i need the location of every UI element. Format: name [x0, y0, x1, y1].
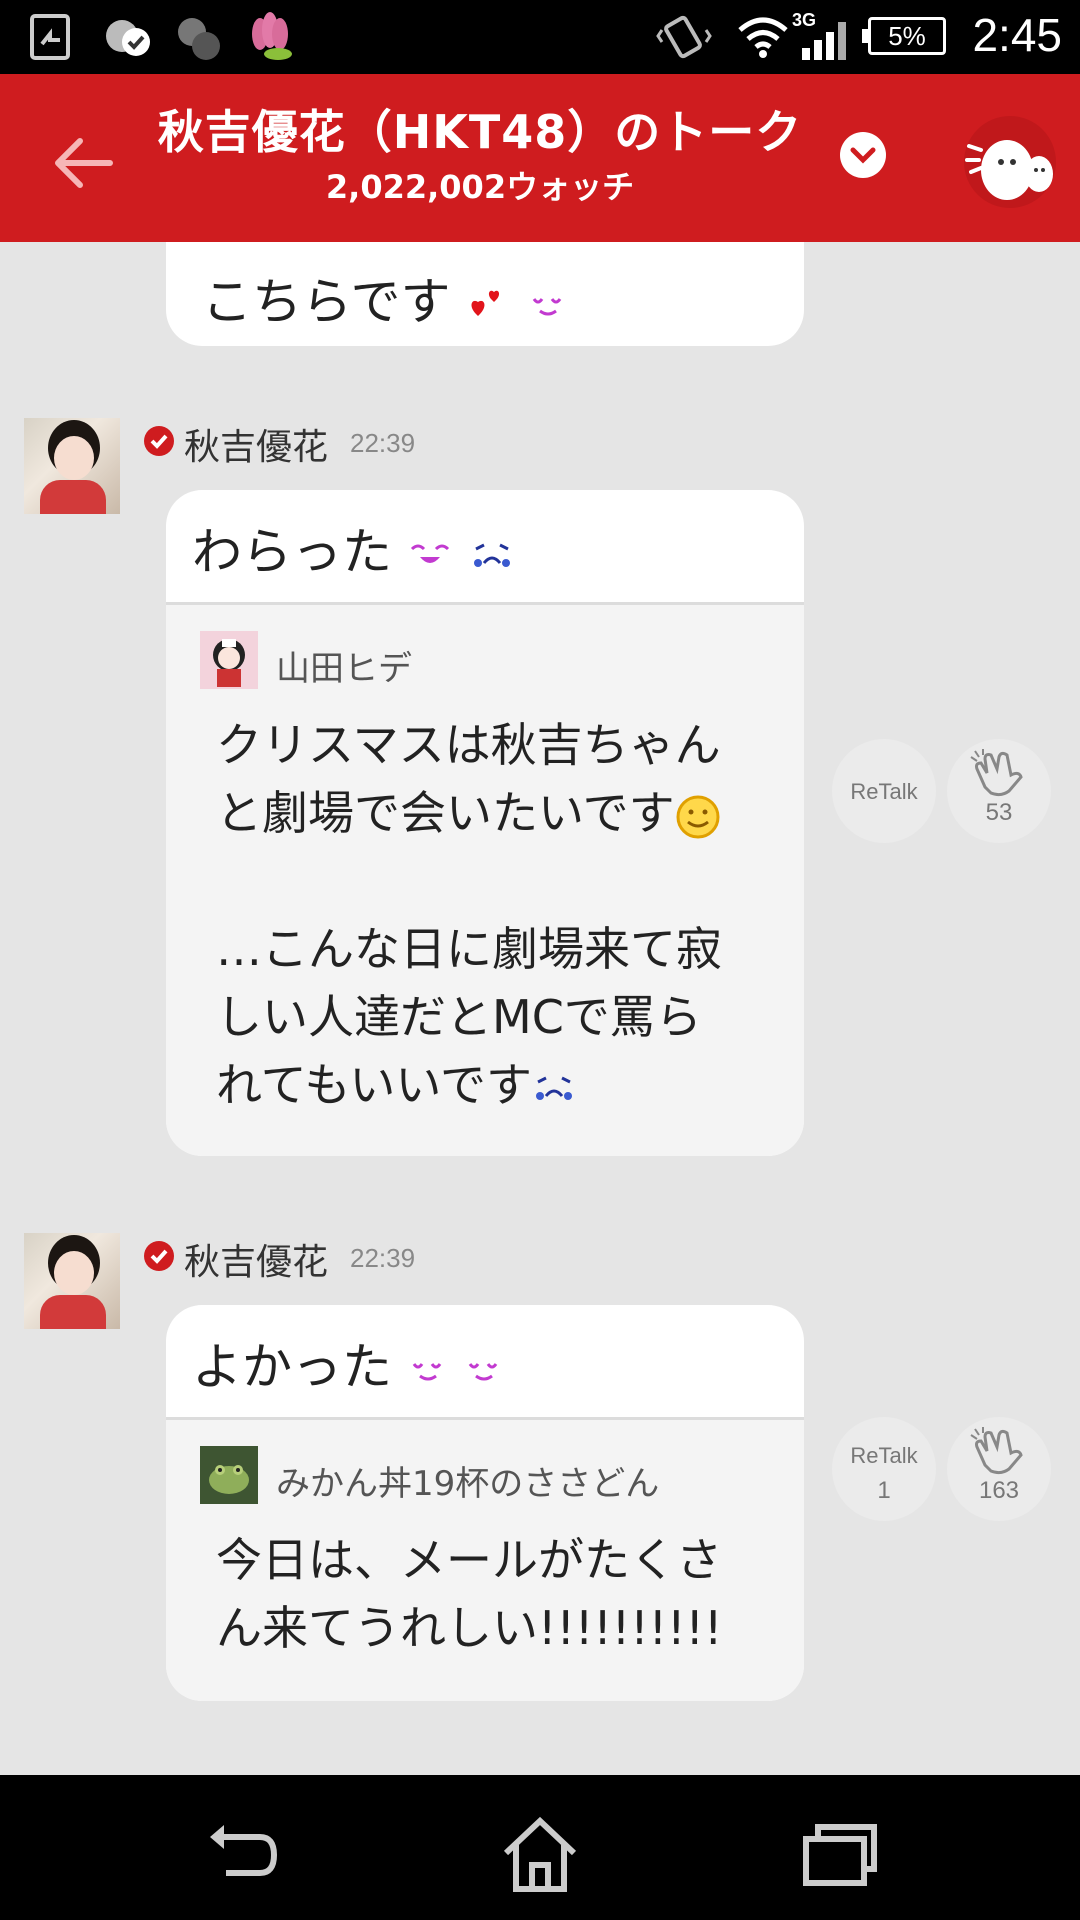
message-time: 22:39 — [350, 428, 416, 458]
quote-body: クリスマスは秋吉ちゃん と劇場で会いたいです …こんな日に劇場来て寂 しい人達だ… — [216, 711, 784, 1119]
retalk-button[interactable]: ReTalk 1 — [832, 1417, 936, 1521]
quote-line: しい人達だとMCで罵ら — [216, 990, 702, 1044]
laughing-emoji-icon — [410, 544, 449, 563]
message-bubble: よかった みかん丼19杯のささどん 今日は、メールがたくさ ん来てうれしい!!!… — [166, 1305, 804, 1701]
quote-line: れてもいいです — [216, 1051, 784, 1119]
quoted-message[interactable]: 山田ヒデ クリスマスは秋吉ちゃん と劇場で会いたいです …こんな日に劇場来て寂 … — [166, 602, 804, 1156]
status-bar: 3G 5% 2:45 — [0, 0, 1080, 74]
mascot-watch-icon[interactable] — [955, 112, 1065, 212]
app-header: 秋吉優花（HKT48）のトーク 2,022,002ウォッチ — [0, 74, 1080, 242]
vibrate-icon — [656, 15, 712, 59]
quote-author: 山田ヒデ — [276, 649, 412, 689]
sender-row: 秋吉優花 22:39 — [144, 1231, 544, 1283]
quote-line: ん来てうれしい!!!!!!!!!! — [216, 1601, 723, 1655]
smile-emoji-icon — [533, 297, 562, 315]
circles-app-icon — [178, 18, 220, 60]
crying-emoji-icon — [473, 543, 510, 567]
navigation-bar — [0, 1775, 1080, 1920]
quote-body: 今日は、メールがたくさ ん来てうれしい!!!!!!!!!! — [216, 1526, 784, 1662]
smile-emoji-icon — [468, 1362, 498, 1380]
message-time: 22:39 — [350, 1243, 416, 1273]
message-text: よかった — [192, 1338, 392, 1396]
quote-author: みかん丼19杯のささどん — [276, 1464, 660, 1504]
quote-line: 今日は、メールがたくさ — [216, 1533, 722, 1587]
retalk-count: 1 — [877, 1477, 891, 1504]
quote-line: と劇場で会いたいです — [216, 779, 784, 847]
battery-icon: 5% — [862, 17, 946, 55]
page-title: 秋吉優花（HKT48）のトーク — [157, 105, 803, 159]
lotus-app-icon — [252, 12, 292, 60]
quote-line: クリスマスは秋吉ちゃん — [216, 718, 721, 772]
battery-level: 5% — [888, 21, 926, 51]
smiley-emoji-icon — [676, 795, 720, 838]
chevron-down-icon — [850, 147, 876, 164]
watch-count: 2,022,002ウォッチ — [325, 168, 635, 206]
cloud-check-icon — [106, 20, 150, 56]
smile-emoji-icon — [412, 1362, 442, 1380]
clap-icon — [970, 1427, 1023, 1475]
screen-share-icon — [30, 14, 70, 60]
clap-count: 163 — [978, 1477, 1020, 1504]
quote-line: …こんな日に劇場来て寂 — [216, 922, 722, 976]
signal-icon — [802, 22, 846, 60]
message-text: こちらです — [202, 273, 451, 331]
clap-button[interactable]: 53 — [947, 739, 1051, 843]
clap-icon — [970, 749, 1023, 797]
clock: 2:45 — [972, 9, 1062, 61]
home-nav-icon[interactable] — [500, 1815, 580, 1895]
sender-row: 秋吉優花 22:39 — [144, 416, 544, 468]
verified-check-icon — [144, 1241, 174, 1271]
back-arrow-icon[interactable] — [50, 128, 120, 198]
quote-avatar — [200, 631, 258, 689]
quote-avatar — [200, 1446, 258, 1504]
clap-count: 53 — [985, 799, 1013, 826]
dropdown-button[interactable] — [840, 132, 886, 178]
chat-area[interactable]: こちらです 秋吉優花 22:39 わらった 山田ヒデ クリスマスは秋吉ちゃん と… — [0, 242, 1080, 1775]
quote-line — [216, 847, 784, 915]
avatar[interactable] — [24, 1233, 120, 1329]
crying-emoji-icon — [536, 1076, 573, 1100]
wifi-icon — [738, 17, 788, 58]
clap-button[interactable]: 163 — [947, 1417, 1051, 1521]
message-bubble: こちらです — [166, 242, 804, 346]
sender-name: 秋吉優花 — [184, 427, 329, 468]
quoted-message[interactable]: みかん丼19杯のささどん 今日は、メールがたくさ ん来てうれしい!!!!!!!!… — [166, 1417, 804, 1701]
back-nav-icon[interactable] — [202, 1815, 282, 1895]
hearts-emoji-icon — [471, 290, 500, 316]
recent-apps-icon[interactable] — [800, 1815, 880, 1895]
avatar[interactable] — [24, 418, 120, 514]
retalk-button[interactable]: ReTalk — [832, 739, 936, 843]
message-text: わらった — [192, 523, 392, 581]
sender-name: 秋吉優花 — [184, 1242, 329, 1283]
message-bubble: わらった 山田ヒデ クリスマスは秋吉ちゃん と劇場で会いたいです …こんな日に劇… — [166, 490, 804, 1156]
verified-check-icon — [144, 426, 174, 456]
